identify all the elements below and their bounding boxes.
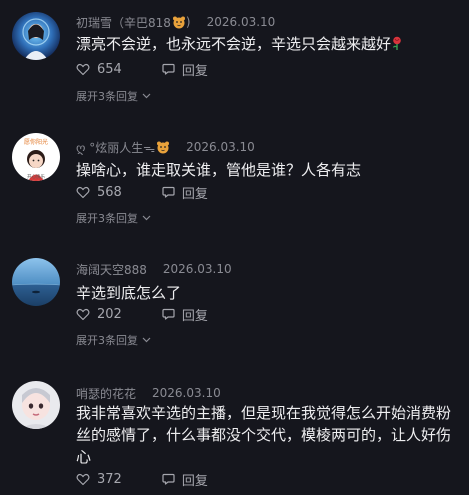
reply-label: 回复 <box>181 63 208 79</box>
heart-icon <box>76 473 90 485</box>
username[interactable]: 初瑞雪（辛巴818 <box>76 14 171 31</box>
avatar[interactable] <box>12 258 60 306</box>
reply-button[interactable]: 回复 <box>162 183 208 202</box>
comment-bubble-icon <box>162 308 175 320</box>
reply-button[interactable]: 回复 <box>162 470 208 489</box>
like-count: 372 <box>97 471 122 487</box>
comment-meta: 海阔天空888 2026.03.10 <box>76 260 232 278</box>
comment-date: 2026.03.10 <box>206 15 276 29</box>
like-button[interactable]: 372 <box>76 472 122 487</box>
svg-text:愿你阳光: 愿你阳光 <box>24 138 48 146</box>
comment-meta: ღ °炫丽人生ᯓ 2026.03.10 <box>76 138 255 156</box>
comment-text: 我非常喜欢辛选的主播，但是现在我觉得怎么开始消费粉丝的感情了，什么事都没个交代，… <box>76 404 452 466</box>
comment-text: 辛选到底怎么了 <box>76 284 182 302</box>
avatar[interactable]: 愿你阳光 开心快乐 <box>12 133 60 181</box>
heart-icon <box>76 186 90 198</box>
expand-replies[interactable]: 展开3条回复 <box>76 88 151 104</box>
comment-item: 愿你阳光 开心快乐 ღ °炫丽人生ᯓ 2026.03.10 操啥心，谁走取关谁，… <box>0 128 469 243</box>
reply-button[interactable]: 回复 <box>162 60 208 79</box>
comment-date: 2026.03.10 <box>152 386 221 400</box>
rose-emoji-icon <box>391 34 403 50</box>
reply-label: 回复 <box>181 308 208 324</box>
reply-button[interactable]: 回复 <box>162 305 208 324</box>
reply-label: 回复 <box>181 186 208 202</box>
like-button[interactable]: 568 <box>76 185 122 200</box>
like-count: 568 <box>97 184 122 200</box>
comment-bubble-icon <box>162 63 175 75</box>
like-count: 202 <box>97 306 122 322</box>
username[interactable]: 海阔天空888 <box>76 261 147 278</box>
comment-date: 2026.03.10 <box>186 140 255 154</box>
heart-icon <box>76 308 90 320</box>
reply-label: 回复 <box>181 473 208 489</box>
svg-text:开心快乐: 开心快乐 <box>27 173 45 180</box>
chevron-down-icon <box>142 93 151 99</box>
tiger-emoji-icon <box>156 141 170 154</box>
comment-item: 海阔天空888 2026.03.10 辛选到底怎么了 202 回复 展开3条回复 <box>0 250 469 368</box>
comment-actions: 654 回复 <box>76 60 208 79</box>
username[interactable]: ღ °炫丽人生ᯓ <box>76 139 155 156</box>
chevron-down-icon <box>142 337 151 343</box>
like-button[interactable]: 202 <box>76 307 122 322</box>
comment-meta: 初瑞雪（辛巴818 ) 2026.03.10 <box>76 14 276 31</box>
comment-bubble-icon <box>162 186 175 198</box>
heart-icon <box>76 63 90 75</box>
comment-item: 初瑞雪（辛巴818 ) 2026.03.10 漂亮不会逆，也永远不会逆，辛选只会… <box>0 0 469 115</box>
comment-text: 操啥心，谁走取关谁，管他是谁？人各有志 <box>76 161 362 179</box>
comment-actions: 202 回复 <box>76 305 208 324</box>
avatar[interactable] <box>12 12 60 60</box>
comment-bubble-icon <box>162 473 175 485</box>
comment-date: 2026.03.10 <box>162 262 232 276</box>
like-count: 654 <box>97 61 122 77</box>
chevron-down-icon <box>142 215 151 221</box>
username[interactable]: 哨瑟的花花 <box>76 385 136 402</box>
comment-actions: 568 回复 <box>76 183 208 202</box>
comment-meta: 哨瑟的花花 2026.03.10 <box>76 384 221 402</box>
tiger-emoji-icon <box>172 16 186 29</box>
like-button[interactable]: 654 <box>76 62 122 77</box>
expand-replies[interactable]: 展开3条回复 <box>76 210 151 226</box>
comment-text: 漂亮不会逆，也永远不会逆，辛选只会越来越好 <box>76 33 459 55</box>
comment-actions: 372 回复 <box>76 470 208 489</box>
comment-feed: 初瑞雪（辛巴818 ) 2026.03.10 漂亮不会逆，也永远不会逆，辛选只会… <box>0 0 469 495</box>
expand-replies[interactable]: 展开3条回复 <box>76 332 151 348</box>
avatar[interactable] <box>12 381 60 429</box>
comment-item: 哨瑟的花花 2026.03.10 我非常喜欢辛选的主播，但是现在我觉得怎么开始消… <box>0 374 469 495</box>
